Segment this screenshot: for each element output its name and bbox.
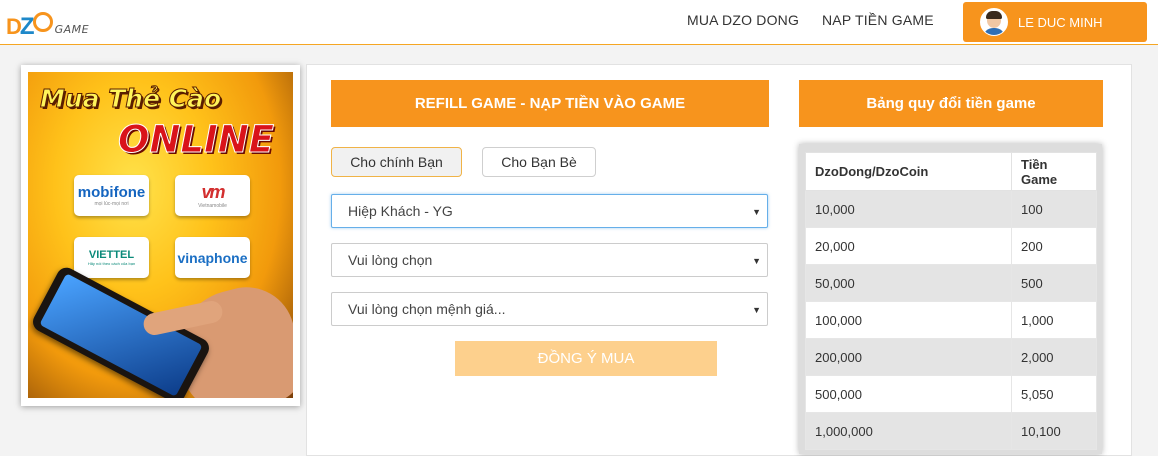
table-row: 100,000 1,000 [805,301,1097,339]
column-header-game-money: Tiền Game [1011,152,1097,191]
game-select-value: Hiệp Khách - YG [348,203,453,219]
smartphone-image [29,264,213,398]
table-cell: 5,050 [1011,375,1097,413]
table-cell: 20,000 [805,227,1012,265]
table-row: 20,000 200 [805,227,1097,265]
chevron-down-icon: ▼ [752,256,761,266]
vietnamobile-logo: vm Vietnamobile [175,175,250,216]
banner-headline: Mua Thẻ Cào [39,84,222,114]
refill-title: REFILL GAME - NẠP TIỀN VÀO GAME [331,80,769,127]
table-cell: 2,000 [1011,338,1097,376]
server-select[interactable]: Vui lòng chọn ▼ [331,243,768,277]
table-row: 10,000 100 [805,190,1097,228]
agree-buy-button[interactable]: ĐỒNG Ý MUA [455,341,717,376]
table-row: 50,000 500 [805,264,1097,302]
promo-banner-image: Mua Thẻ Cào ONLINE mobifone mọi lúc-mọi n… [28,72,293,398]
tab-for-yourself[interactable]: Cho chính Bạn [331,147,462,177]
viettel-logo: VIETTEL Hãy nói theo cách của bạn [74,237,149,278]
top-header: D Z GAME MUA DZO DONG NAP TIỀN GAME LE DUC… [0,0,1158,45]
table-row: 200,000 2,000 [805,338,1097,376]
game-select[interactable]: Hiệp Khách - YG ▼ [331,194,768,228]
rate-table-title: Bảng quy đổi tiền game [799,80,1103,127]
table-cell: 50,000 [805,264,1012,302]
table-cell: 500 [1011,264,1097,302]
table-header-row: DzoDong/DzoCoin Tiền Game [805,152,1097,191]
table-cell: 100 [1011,190,1097,228]
user-account-button[interactable]: LE DUC MINH [963,2,1147,42]
denomination-select[interactable]: Vui lòng chọn mệnh giá... ▼ [331,292,768,326]
promo-banner[interactable]: Mua Thẻ Cào ONLINE mobifone mọi lúc-mọi n… [21,65,300,406]
banner-headline-online: ONLINE [117,118,275,162]
denomination-select-value: Vui lòng chọn mệnh giá... [348,301,506,317]
table-cell: 200,000 [805,338,1012,376]
rate-table: DzoDong/DzoCoin Tiền Game 10,000 100 20,0… [805,152,1097,450]
table-cell: 100,000 [805,301,1012,339]
table-row: 500,000 5,050 [805,375,1097,413]
user-name: LE DUC MINH [1018,14,1103,30]
chevron-down-icon: ▼ [752,305,761,315]
table-cell: 500,000 [805,375,1012,413]
table-cell: 200 [1011,227,1097,265]
tab-for-friend[interactable]: Cho Bạn Bè [482,147,596,177]
dzogame-logo[interactable]: D Z GAME [6,8,89,39]
table-row: 1,000,000 10,100 [805,412,1097,450]
nav-topup-game[interactable]: NAP TIỀN GAME [822,12,934,28]
column-header-dzodong: DzoDong/DzoCoin [805,152,1012,191]
mobifone-logo: mobifone mọi lúc-mọi nơi [74,175,149,216]
table-cell: 10,100 [1011,412,1097,450]
table-cell: 1,000,000 [805,412,1012,450]
table-cell: 10,000 [805,190,1012,228]
table-cell: 1,000 [1011,301,1097,339]
chevron-down-icon: ▼ [752,207,761,217]
vinaphone-logo: vinaphone [175,237,250,278]
nav-buy-dzo-dong[interactable]: MUA DZO DONG [687,12,799,28]
avatar [980,8,1008,36]
server-select-value: Vui lòng chọn [348,252,433,268]
